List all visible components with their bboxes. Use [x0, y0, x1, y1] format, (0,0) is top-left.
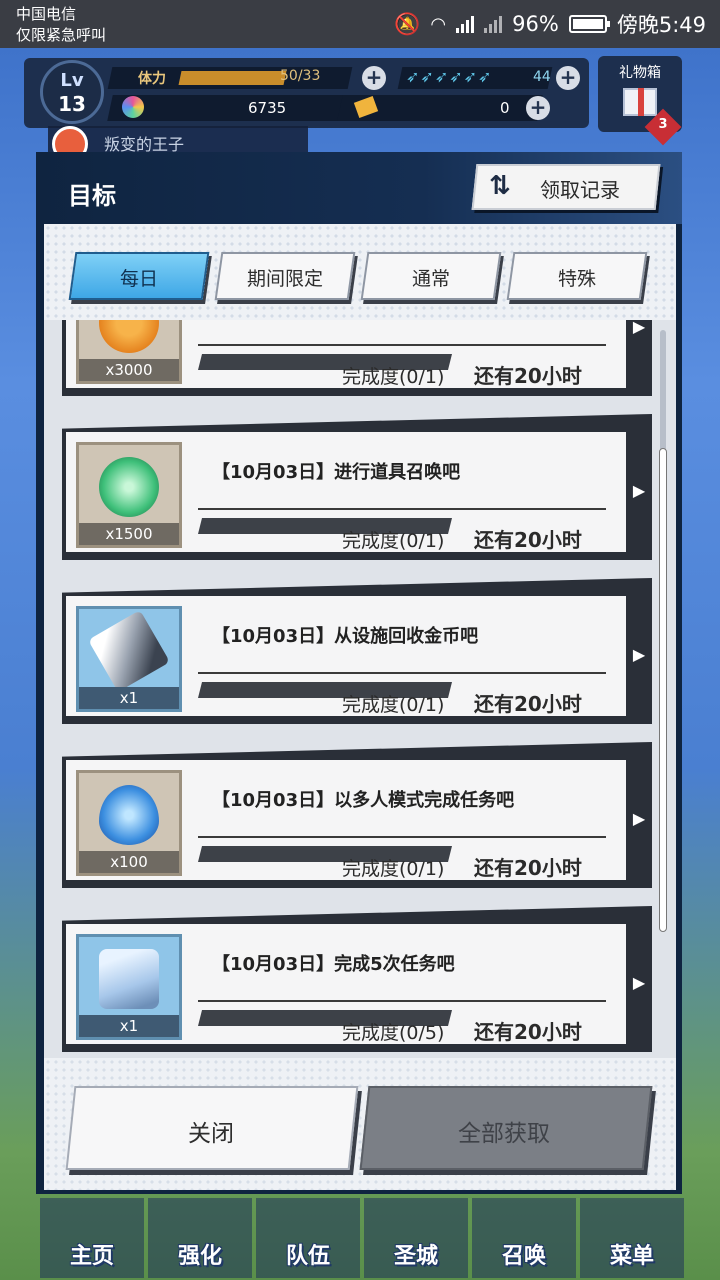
nav-summon-label: 召唤	[501, 1244, 546, 1269]
gem-bar	[107, 95, 363, 121]
chevron-right-icon: ▶	[626, 756, 652, 882]
gift-icon	[623, 88, 657, 116]
progress-text: 完成度(0/1)	[342, 694, 445, 716]
feather-value: 44	[533, 69, 551, 85]
claim-history-label: 领取记录	[540, 178, 620, 202]
battery-percent: 96%	[512, 12, 559, 36]
reward-frame: x1	[76, 934, 182, 1040]
add-ticket-button[interactable]: +	[526, 96, 550, 120]
progress-text: 完成度(0/1)	[342, 530, 445, 552]
reward-count: x100	[79, 851, 179, 873]
chevron-right-icon: ▶	[626, 428, 652, 554]
level-badge[interactable]: Lv 13	[40, 60, 104, 124]
gem-value: 6735	[248, 99, 287, 117]
stamina-label: 体力	[138, 71, 166, 87]
feather-icon: ➶➶➶➶➶➶	[406, 67, 493, 86]
list-item[interactable]: ▶ x100 【10月03日】以多人模式完成任务吧 完成度(0/1) 还有20小…	[62, 742, 652, 888]
time-left: 还有20小时	[474, 1020, 582, 1044]
signal-2-icon	[484, 15, 503, 33]
gem-icon	[122, 96, 144, 118]
time-left: 还有20小时	[474, 856, 582, 880]
status-right: 🔕 ◠ 96% 傍晚5:49	[394, 8, 706, 40]
tab-special-label: 特殊	[557, 268, 596, 290]
ticket-value: 0	[500, 99, 510, 117]
chevron-right-icon: ▶	[626, 920, 652, 1046]
progress-text: 完成度(0/1)	[342, 366, 445, 388]
status-bar: 中国电信 仅限紧急呼叫 🔕 ◠ 96% 傍晚5:49	[0, 0, 720, 48]
chevron-right-icon: ▶	[626, 592, 652, 718]
time-left: 还有20小时	[474, 528, 582, 552]
list-item[interactable]: ▶ x1 【10月03日】从设施回收金币吧 完成度(0/1) 还有20小时	[62, 578, 652, 724]
reward-count: x1	[79, 1015, 179, 1037]
level-label: Lv	[60, 70, 84, 91]
add-feather-button[interactable]: +	[556, 66, 580, 90]
mission-title: 【10月03日】完成5次任务吧	[212, 954, 455, 975]
blade-icon	[88, 610, 170, 692]
nav-team-label: 队伍	[285, 1244, 330, 1269]
mission-list[interactable]: ▶ x3000 完成度(0/1) 还有20小时 ▶ x1500 【10月03日】…	[44, 320, 676, 1058]
stamina-value: 50/33	[280, 68, 321, 84]
modal-title: 目标	[68, 182, 116, 210]
summon-orb-icon	[99, 457, 159, 517]
reward-count: x1	[79, 687, 179, 709]
water-drop-icon	[99, 785, 159, 845]
chevron-right-icon: ▶	[626, 320, 652, 390]
list-item[interactable]: ▶ x1 【10月03日】完成5次任务吧 完成度(0/5) 还有20小时	[62, 906, 652, 1052]
mission-title: 【10月03日】从设施回收金币吧	[212, 626, 479, 647]
gift-badge-count: 3	[658, 117, 668, 132]
reward-frame: x100	[76, 770, 182, 876]
nav-holy-city-label: 圣城	[393, 1244, 438, 1269]
potion-icon	[99, 949, 159, 1009]
list-item[interactable]: ▶ x1500 【10月03日】进行道具召唤吧 完成度(0/1) 还有20小时	[62, 414, 652, 560]
claim-all-button-label: 全部获取	[458, 1121, 550, 1147]
nav-enhance-label: 强化	[177, 1244, 222, 1269]
time-left: 还有20小时	[474, 364, 582, 388]
nav-home-label: 主页	[69, 1244, 114, 1269]
reward-count: x3000	[79, 359, 179, 381]
mute-icon: 🔕	[394, 11, 421, 36]
mission-title: 【10月03日】进行道具召唤吧	[212, 462, 461, 483]
scrollbar-thumb[interactable]	[659, 448, 667, 932]
signal-icon	[456, 15, 475, 33]
clock: 傍晚5:49	[616, 13, 706, 37]
progress-text: 完成度(0/5)	[342, 1022, 445, 1044]
carrier-name: 中国电信	[16, 5, 77, 23]
swap-icon: ⇅	[489, 171, 511, 201]
reward-frame: x3000	[76, 320, 182, 384]
time-left: 还有20小时	[474, 692, 582, 716]
carrier-note: 仅限紧急呼叫	[16, 26, 107, 44]
tab-normal-label: 通常	[411, 268, 450, 290]
reward-count: x1500	[79, 523, 179, 545]
reward-frame: x1500	[76, 442, 182, 548]
add-stamina-button[interactable]: +	[362, 66, 386, 90]
level-number: 13	[58, 92, 86, 116]
gift-box-label: 礼物箱	[619, 65, 661, 81]
wifi-icon: ◠	[430, 13, 447, 35]
mission-title: 【10月03日】以多人模式完成任务吧	[212, 790, 515, 811]
progress-text: 完成度(0/1)	[342, 858, 445, 880]
battery-icon	[568, 15, 610, 33]
coin-icon	[99, 320, 159, 353]
tab-daily-label: 每日	[119, 268, 158, 290]
tab-limited-label: 期间限定	[246, 268, 323, 290]
list-item[interactable]: ▶ x3000 完成度(0/1) 还有20小时	[62, 320, 652, 396]
reward-frame: x1	[76, 606, 182, 712]
nav-menu-label: 菜单	[609, 1244, 654, 1269]
close-button-label: 关闭	[188, 1121, 234, 1147]
